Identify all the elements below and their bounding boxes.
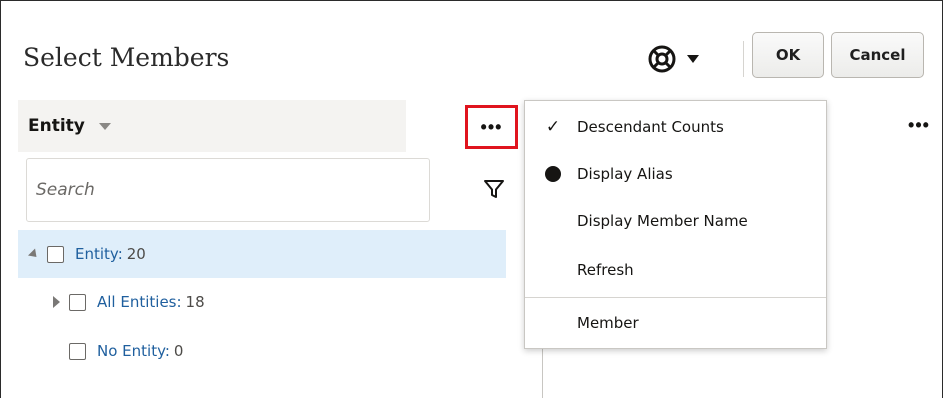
collapse-triangle-icon[interactable] bbox=[27, 247, 41, 261]
member-count: 18 bbox=[185, 293, 205, 311]
more-icon: ••• bbox=[908, 115, 930, 135]
toolbar-divider bbox=[743, 41, 744, 77]
menu-item-label: Display Alias bbox=[577, 165, 673, 183]
member-name-link[interactable]: Entity: bbox=[75, 245, 123, 263]
selected-panel-more-button[interactable]: ••• bbox=[904, 113, 934, 137]
member-name-link[interactable]: All Entities: bbox=[97, 293, 182, 311]
cancel-button[interactable]: Cancel bbox=[831, 32, 924, 78]
member-count: 0 bbox=[173, 342, 184, 360]
panel-divider bbox=[542, 341, 543, 398]
menu-item-display-member-name[interactable]: Display Member Name bbox=[525, 199, 826, 243]
menu-item-member[interactable]: Member bbox=[525, 301, 826, 345]
search-box[interactable] bbox=[26, 158, 430, 222]
more-actions-menu: ✓ Descendant Counts Display Alias Displa… bbox=[524, 100, 827, 349]
menu-item-descendant-counts[interactable]: ✓ Descendant Counts bbox=[525, 105, 826, 149]
help-menu-button[interactable] bbox=[647, 40, 721, 78]
menu-item-label: Descendant Counts bbox=[577, 118, 724, 136]
lifebuoy-icon bbox=[648, 45, 676, 73]
tree-row-no-entity[interactable]: No Entity: 0 bbox=[69, 327, 183, 375]
chevron-down-icon bbox=[98, 122, 111, 130]
dialog-title: Select Members bbox=[23, 43, 230, 72]
select-members-dialog: Select Members OK Cancel Entity ••• ••• … bbox=[0, 0, 943, 398]
menu-divider bbox=[525, 297, 826, 298]
member-count: 20 bbox=[126, 245, 146, 263]
ok-button[interactable]: OK bbox=[752, 32, 824, 78]
member-checkbox[interactable] bbox=[47, 245, 64, 263]
dimension-label: Entity bbox=[28, 116, 85, 136]
menu-item-label: Refresh bbox=[577, 261, 634, 279]
member-checkbox[interactable] bbox=[69, 342, 86, 360]
menu-item-refresh[interactable]: Refresh bbox=[525, 248, 826, 292]
search-input[interactable] bbox=[36, 180, 416, 200]
member-checkbox[interactable] bbox=[69, 293, 86, 311]
menu-item-label: Display Member Name bbox=[577, 212, 748, 230]
tree-row-entity[interactable]: Entity: 20 bbox=[18, 230, 506, 278]
filter-icon[interactable] bbox=[482, 177, 506, 201]
menu-item-display-alias[interactable]: Display Alias bbox=[525, 152, 826, 196]
member-name-link[interactable]: No Entity: bbox=[97, 342, 170, 360]
menu-item-label: Member bbox=[577, 314, 639, 332]
more-icon: ••• bbox=[480, 117, 503, 137]
dimension-selector[interactable]: Entity bbox=[18, 100, 406, 152]
more-actions-button[interactable]: ••• bbox=[465, 105, 518, 149]
tree-row-all-entities[interactable]: All Entities: 18 bbox=[53, 278, 205, 326]
expand-triangle-icon[interactable] bbox=[53, 296, 60, 308]
radio-selected-icon bbox=[541, 152, 565, 196]
checkmark-icon: ✓ bbox=[545, 117, 561, 137]
chevron-down-icon bbox=[687, 55, 699, 63]
